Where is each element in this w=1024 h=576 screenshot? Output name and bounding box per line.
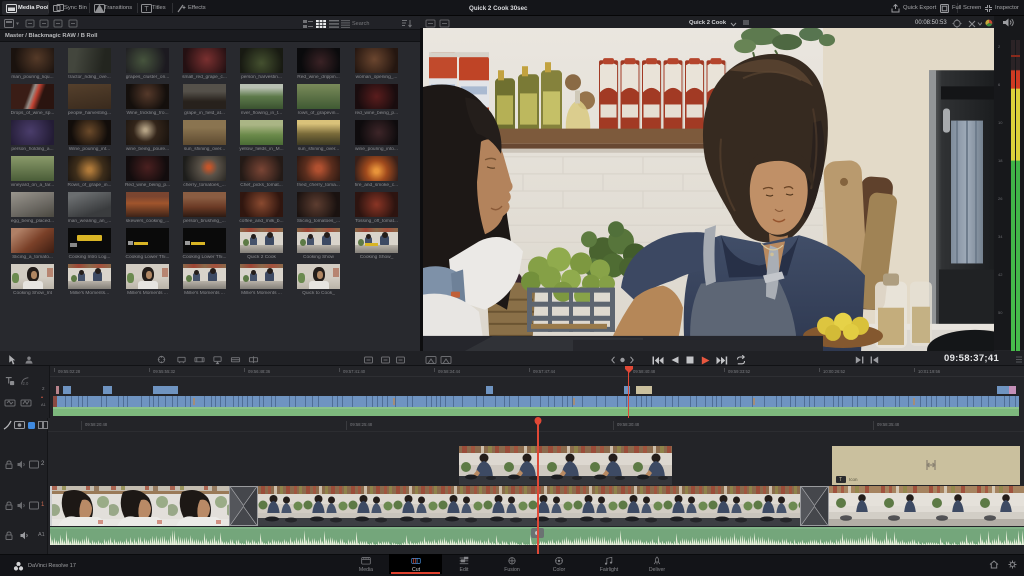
svg-text:2.0: 2.0 — [23, 381, 29, 386]
svg-text:T: T — [144, 6, 149, 13]
